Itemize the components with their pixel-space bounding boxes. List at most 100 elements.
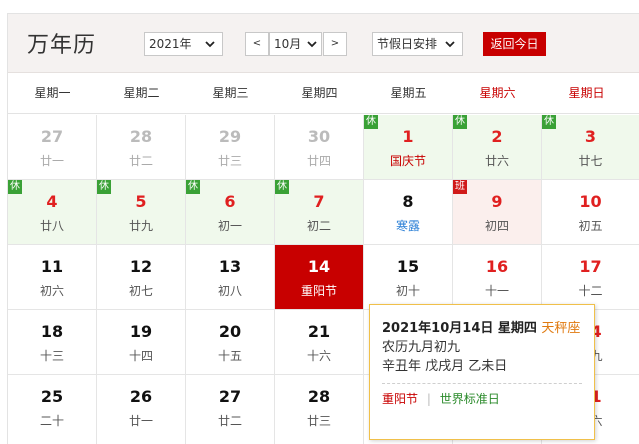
- holiday-select-value: 节假日安排: [377, 37, 438, 51]
- lunar-label: 廿二: [128, 154, 153, 168]
- day-number: 12: [129, 257, 153, 276]
- calendar-day-today[interactable]: 14 重阳节: [275, 245, 364, 310]
- calendar-day[interactable]: 8 寒露: [364, 180, 453, 245]
- lunar-label: 廿三: [217, 154, 242, 168]
- calendar-day[interactable]: 28 廿三: [275, 375, 364, 444]
- lunar-label: 十二: [578, 284, 603, 298]
- lunar-label: 十六: [306, 349, 331, 363]
- calendar-day[interactable]: 休 1 国庆节: [364, 115, 453, 180]
- calendar-day[interactable]: 18 十三: [8, 310, 97, 375]
- calendar-day[interactable]: 休 6 初一: [186, 180, 275, 245]
- lunar-label: 廿六: [484, 154, 509, 168]
- popup-festival-link[interactable]: 重阳节: [382, 392, 418, 406]
- day-number: 19: [129, 322, 153, 341]
- lunar-label: 重阳节: [300, 284, 337, 298]
- page-title: 万年历: [27, 33, 97, 58]
- calendar-day[interactable]: 26 廿一: [97, 375, 186, 444]
- year-select-value: 2021年: [149, 37, 192, 51]
- day-number: 28: [307, 387, 331, 406]
- calendar-day[interactable]: 27 廿一: [8, 115, 97, 180]
- lunar-label: 廿四: [306, 154, 331, 168]
- lunar-label: 初七: [128, 284, 153, 298]
- lunar-label: 初八: [217, 284, 242, 298]
- calendar-day[interactable]: 10 初五: [542, 180, 639, 245]
- day-number: 1: [402, 127, 414, 146]
- lunar-label: 廿七: [578, 154, 603, 168]
- day-number: 20: [218, 322, 242, 341]
- day-number: 27: [218, 387, 242, 406]
- month-select[interactable]: 10月: [269, 32, 322, 56]
- lunar-label: 初六: [39, 284, 64, 298]
- next-month-button[interactable]: >: [323, 32, 347, 56]
- day-number: 29: [218, 127, 242, 146]
- calendar-day[interactable]: 15 初十: [364, 245, 453, 310]
- calendar-day[interactable]: 29 廿三: [186, 115, 275, 180]
- day-number: 6: [224, 192, 236, 211]
- year-select[interactable]: 2021年: [144, 32, 223, 56]
- day-number: 27: [40, 127, 64, 146]
- lunar-label: 十一: [484, 284, 509, 298]
- day-number: 5: [135, 192, 147, 211]
- calendar-day[interactable]: 20 十五: [186, 310, 275, 375]
- day-number: 25: [40, 387, 64, 406]
- calendar-day[interactable]: 28 廿二: [97, 115, 186, 180]
- calendar-day[interactable]: 17 十二: [542, 245, 639, 310]
- popup-divider: [382, 383, 582, 384]
- calendar-day[interactable]: 班 9 初四: [453, 180, 542, 245]
- calendar-day[interactable]: 13 初八: [186, 245, 275, 310]
- calendar-day[interactable]: 休 7 初二: [275, 180, 364, 245]
- day-number: 7: [313, 192, 325, 211]
- lunar-label: 初二: [306, 219, 331, 233]
- lunar-label: 寒露: [395, 219, 420, 233]
- popup-lunar-date: 农历九月初九: [382, 340, 461, 355]
- calendar-day[interactable]: 19 十四: [97, 310, 186, 375]
- day-number: 3: [584, 127, 597, 146]
- lunar-label: 二十: [39, 414, 64, 428]
- day-number: 11: [40, 257, 64, 276]
- lunar-label: 初十: [395, 284, 420, 298]
- lunar-label: 十三: [39, 349, 64, 363]
- popup-festival-separator: |: [426, 392, 431, 406]
- calendar-day[interactable]: 12 初七: [97, 245, 186, 310]
- day-number: 14: [307, 257, 331, 276]
- lunar-label: 廿三: [306, 414, 331, 428]
- lunar-label: 初五: [578, 219, 603, 233]
- day-number: 2: [491, 127, 503, 146]
- calendar-day[interactable]: 27 廿二: [186, 375, 275, 444]
- day-number: 18: [40, 322, 64, 341]
- lunar-label: 廿九: [128, 219, 153, 233]
- prev-month-button[interactable]: <: [245, 32, 269, 56]
- lunar-label: 初一: [217, 219, 242, 233]
- holiday-select[interactable]: 节假日安排: [372, 32, 463, 56]
- popup-constellation: 天秤座: [541, 321, 581, 336]
- calendar-day[interactable]: 25 二十: [8, 375, 97, 444]
- day-number: 26: [129, 387, 153, 406]
- calendar-day[interactable]: 休 4 廿八: [8, 180, 97, 245]
- calendar-day[interactable]: 30 廿四: [275, 115, 364, 180]
- lunar-label: 廿八: [39, 219, 64, 233]
- calendar-day[interactable]: 21 十六: [275, 310, 364, 375]
- lunar-label: 十四: [128, 349, 153, 363]
- calendar-day[interactable]: 休 2 廿六: [453, 115, 542, 180]
- day-number: 15: [396, 257, 420, 276]
- calendar-day[interactable]: 休 3 廿七: [542, 115, 639, 180]
- calendar-day[interactable]: 11 初六: [8, 245, 97, 310]
- weekday-label: 星期二: [123, 86, 160, 100]
- day-number: 13: [218, 257, 242, 276]
- lunar-label: 廿一: [128, 414, 153, 428]
- calendar-day[interactable]: 16 十一: [453, 245, 542, 310]
- popup-ganzhi: 辛丑年 戊戌月 乙未日: [382, 359, 508, 374]
- lunar-label: 初四: [484, 219, 509, 233]
- weekday-label: 星期五: [390, 86, 427, 100]
- lunar-label: 廿二: [217, 414, 242, 428]
- weekday-label: 星期四: [301, 86, 338, 100]
- chevron-down-icon: [306, 38, 318, 50]
- return-today-button[interactable]: 返回今日: [483, 32, 546, 56]
- chevron-down-icon: [444, 38, 456, 50]
- day-number: 17: [579, 257, 602, 276]
- popup-festival-link[interactable]: 世界标准日: [440, 392, 500, 406]
- weekday-header: 星期一 星期二 星期三 星期四 星期五 星期六 星期日: [8, 73, 639, 114]
- calendar-day[interactable]: 休 5 廿九: [97, 180, 186, 245]
- day-number: 16: [485, 257, 509, 276]
- lunar-label: 廿一: [39, 154, 64, 168]
